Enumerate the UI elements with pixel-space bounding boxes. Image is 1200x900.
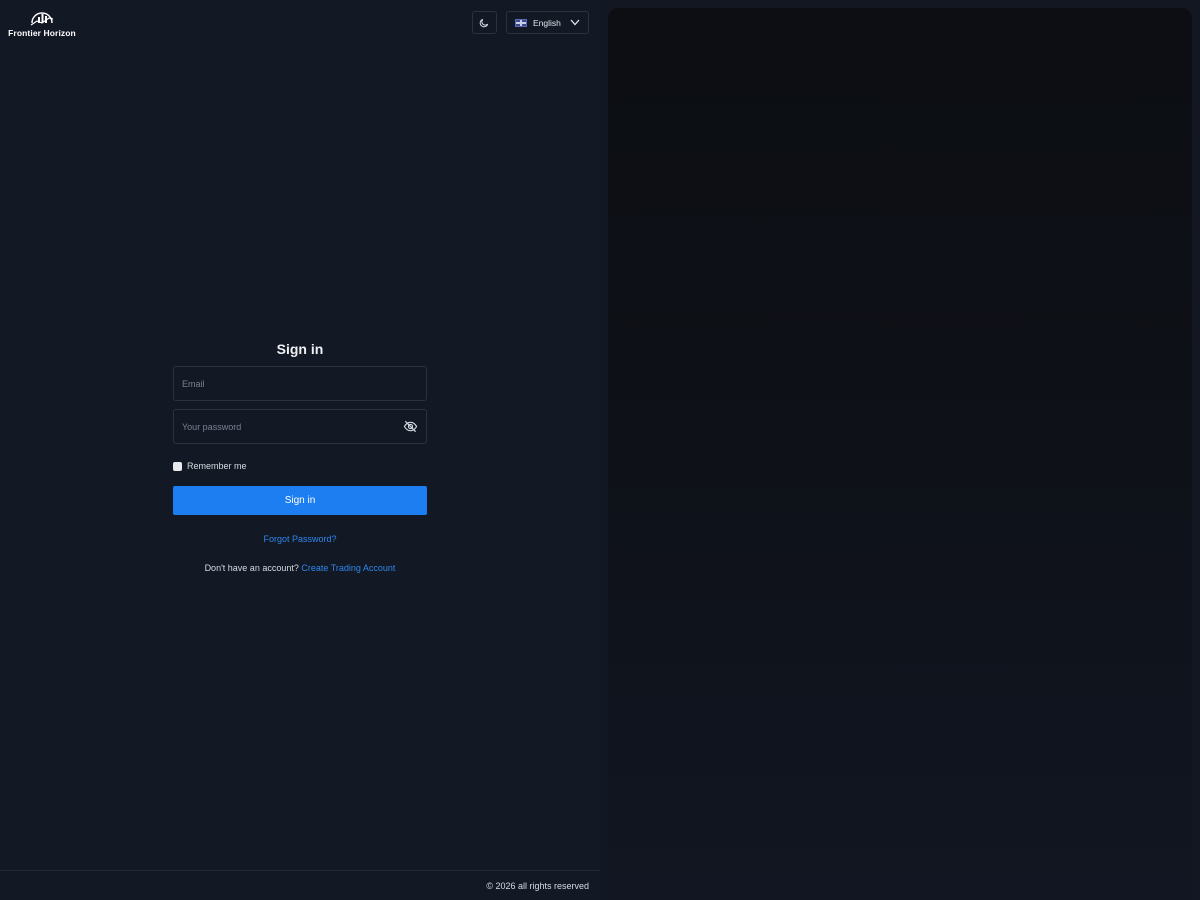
remember-me-checkbox[interactable]	[173, 461, 182, 471]
no-account-text: Don't have an account?	[204, 563, 299, 573]
remember-me-row: Remember me	[173, 460, 427, 472]
remember-me-label[interactable]: Remember me	[187, 461, 247, 471]
theme-toggle-button[interactable]	[472, 11, 497, 34]
password-field[interactable]	[182, 421, 418, 432]
moon-icon	[479, 18, 489, 28]
brand-name: Frontier Horizon	[8, 28, 76, 38]
signin-button[interactable]: Sign in	[173, 486, 427, 515]
eye-off-icon[interactable]	[403, 419, 418, 434]
create-account-link[interactable]: Create Trading Account	[301, 563, 395, 573]
password-field-wrapper	[173, 409, 427, 444]
language-label: English	[533, 17, 561, 28]
footer-divider	[0, 870, 600, 871]
uk-flag-icon	[515, 18, 527, 27]
login-page: Frontier Horizon English Sign in Email R…	[0, 0, 1200, 900]
language-select[interactable]: English	[506, 11, 589, 34]
email-field-wrapper	[173, 366, 427, 401]
email-field[interactable]	[182, 378, 418, 389]
left-pane: Frontier Horizon English Sign in Email R…	[0, 0, 600, 900]
chevron-down-icon	[570, 19, 580, 26]
copyright-text: © 2026 all rights reserved	[486, 881, 589, 891]
right-panel	[608, 8, 1192, 900]
page-title: Sign in	[276, 341, 324, 357]
signin-form: Sign in Remember me Sign in Forgot Passw…	[173, 340, 427, 573]
forgot-password-link[interactable]: Forgot Password?	[173, 534, 427, 544]
no-account-row: Don't have an account? Create Trading Ac…	[173, 563, 427, 573]
brand-logo[interactable]: Frontier Horizon	[8, 9, 76, 39]
logo-mark-icon	[30, 12, 54, 26]
